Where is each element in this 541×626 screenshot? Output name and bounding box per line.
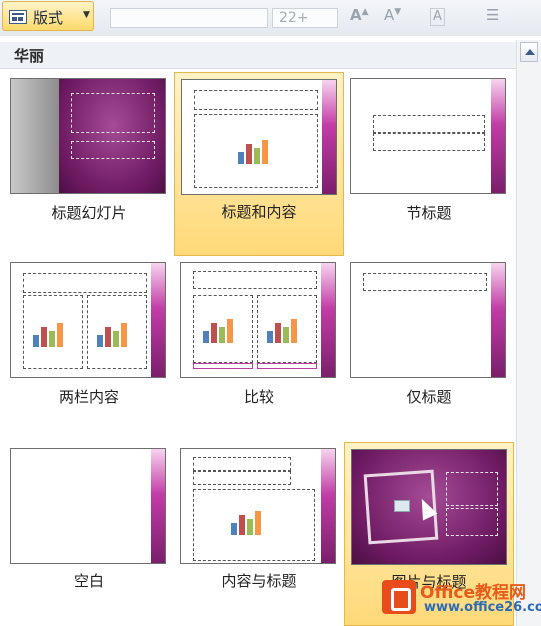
layout-blank[interactable]: 空白 bbox=[10, 448, 168, 598]
layout-thumbnail bbox=[350, 78, 506, 194]
layout-label: 标题幻灯片 bbox=[51, 204, 127, 222]
layout-label: 标题和内容 bbox=[221, 203, 297, 221]
layout-title-only[interactable]: 仅标题 bbox=[350, 262, 508, 412]
layout-icon bbox=[9, 10, 27, 24]
scroll-up-icon[interactable] bbox=[520, 42, 538, 62]
gallery-section-header: 华丽 bbox=[0, 42, 516, 69]
layout-label: 两栏内容 bbox=[58, 388, 119, 406]
bullets-icon[interactable]: ☰ bbox=[486, 6, 499, 28]
ribbon-toolbar: 版式 ▼ 22+ A▲ A▼ A ☰ bbox=[0, 0, 541, 37]
layout-comparison[interactable]: 比较 bbox=[180, 262, 338, 412]
layout-thumbnail bbox=[10, 78, 166, 194]
chevron-down-icon: ▼ bbox=[83, 10, 90, 20]
layout-button-label: 版式 bbox=[33, 9, 64, 27]
layout-section-header[interactable]: 节标题 bbox=[350, 78, 508, 228]
layout-thumbnail bbox=[10, 448, 166, 564]
clear-format-icon[interactable]: A bbox=[430, 8, 445, 26]
content-chart-icon bbox=[238, 138, 276, 164]
layout-thumbnail bbox=[10, 262, 166, 378]
layout-label: 空白 bbox=[73, 572, 104, 590]
layout-thumbnail bbox=[180, 448, 336, 564]
layout-thumbnail bbox=[350, 262, 506, 378]
section-title: 华丽 bbox=[14, 47, 45, 65]
layout-title-slide[interactable]: 标题幻灯片 bbox=[10, 78, 168, 228]
font-name-box[interactable] bbox=[110, 8, 268, 28]
layout-label: 仅标题 bbox=[406, 388, 452, 406]
layout-thumbnail bbox=[351, 449, 507, 565]
layout-label: 内容与标题 bbox=[221, 572, 297, 590]
layout-thumbnail bbox=[180, 262, 336, 378]
layout-label: 节标题 bbox=[406, 204, 452, 222]
layout-two-content[interactable]: 两栏内容 bbox=[10, 262, 168, 412]
layout-title-and-content[interactable]: 标题和内容 bbox=[174, 72, 344, 256]
grow-font-icon[interactable]: A▲ bbox=[350, 6, 369, 28]
gallery-scrollbar[interactable] bbox=[516, 40, 541, 626]
watermark: Office教程网 www.office26.com bbox=[374, 574, 541, 626]
office-logo-icon bbox=[382, 580, 416, 614]
layout-button[interactable]: 版式 ▼ bbox=[2, 1, 94, 31]
layout-content-with-caption[interactable]: 内容与标题 bbox=[180, 448, 338, 598]
font-size-box[interactable]: 22+ bbox=[272, 8, 338, 28]
layout-label: 比较 bbox=[243, 388, 274, 406]
watermark-url: www.office26.com bbox=[424, 600, 541, 615]
shrink-font-icon[interactable]: A▼ bbox=[384, 6, 401, 28]
layout-thumbnail bbox=[181, 79, 337, 195]
